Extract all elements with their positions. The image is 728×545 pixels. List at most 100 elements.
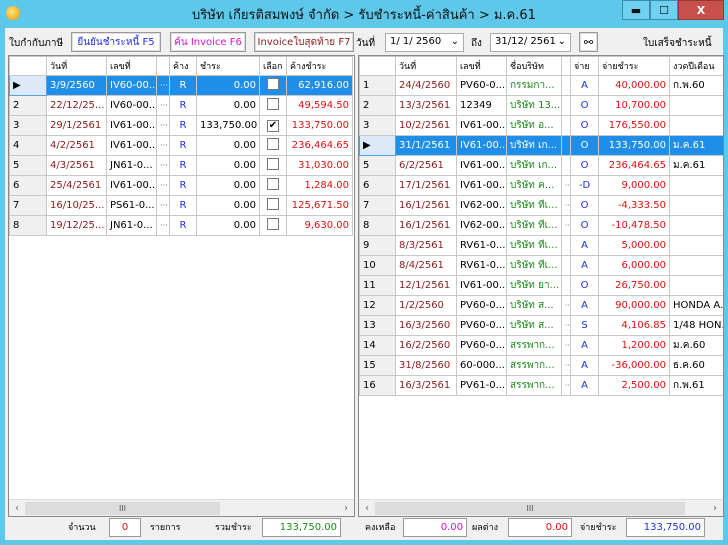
outstanding-amount-cell: 31,030.00 — [286, 155, 353, 176]
select-checkbox[interactable] — [267, 178, 279, 190]
scroll-right-icon[interactable]: › — [707, 503, 723, 514]
payment-cell: 0.00 — [196, 95, 260, 116]
chevron-down-icon: ⌄ — [450, 36, 459, 47]
column-header[interactable]: วันที่ — [46, 56, 107, 76]
confirm-payment-button[interactable]: ยืนยันชำระหนี้ F5 — [71, 32, 161, 52]
spacer-cell: ··· — [156, 175, 170, 196]
select-checkbox[interactable]: ✔ — [267, 119, 279, 132]
outstanding-type-cell: R — [169, 155, 197, 176]
company-cell: บริษัท ทีเ... — [506, 255, 562, 276]
column-header[interactable]: ชื่อบริษัท — [506, 56, 562, 76]
date-to-value: 31/12/ 2561 — [495, 36, 556, 47]
column-header[interactable]: เลขที่ — [456, 56, 507, 76]
horizontal-scrollbar[interactable]: ‹ III › — [9, 499, 354, 516]
column-header[interactable]: เลือก — [259, 56, 287, 76]
table-row[interactable]: 11 12/1/2561 IV61-00... บริษัท ยา... O 26,750… — [359, 275, 723, 296]
chevron-down-icon: ⌄ — [557, 36, 566, 47]
search-invoice-button[interactable]: ค้น Invoice F6 — [170, 32, 246, 52]
table-row[interactable]: 8 16/1/2561 IV62-00... บริษัท ทีเ... ·· O -10,… — [359, 215, 723, 236]
horizontal-scrollbar[interactable]: ‹ III › — [359, 499, 723, 516]
date-cell: 4/2/2561 — [46, 135, 107, 156]
period-cell: ก.พ.60 — [669, 75, 723, 96]
date-from-picker[interactable]: 1/ 1/ 2560 ⌄ — [385, 33, 464, 52]
table-row[interactable]: 9 8/3/2561 RV61-0... บริษัท ทีเ... A 5,000.00 — [359, 235, 723, 256]
column-header[interactable]: ค้างชำระ — [286, 56, 353, 76]
binoculars-search-button[interactable]: ⚯ — [579, 32, 598, 52]
column-header[interactable]: เลขที่ — [106, 56, 157, 76]
invoice-grid[interactable]: วันที่ เลขที่ ค้าง ชำระ เลือก ค้างชำระ ▶ 3/9/25… — [8, 55, 355, 517]
spacer-cell — [561, 155, 571, 176]
select-cell — [259, 195, 287, 216]
period-cell: HONDA A. — [669, 295, 723, 316]
payment-cell: 0.00 — [196, 215, 260, 236]
column-header[interactable] — [359, 56, 396, 76]
column-header[interactable]: จ่าย — [570, 56, 599, 76]
pay-type-cell: A — [570, 75, 599, 96]
table-row[interactable]: 3 29/1/2561 IV61-00... ··· R 133,750.00 ✔ 133,7… — [9, 115, 353, 136]
column-header[interactable] — [9, 56, 47, 76]
column-header[interactable]: งวดปีเดือน — [669, 56, 723, 76]
date-cell: 25/4/2561 — [46, 175, 107, 196]
spacer-cell — [561, 135, 571, 156]
outstanding-type-cell: R — [169, 95, 197, 116]
scroll-thumb[interactable]: III — [375, 501, 685, 515]
close-button[interactable]: X — [678, 0, 724, 20]
scroll-thumb[interactable]: III — [25, 501, 220, 515]
date-cell: 31/1/2561 — [395, 135, 457, 156]
date-cell: 16/1/2561 — [395, 195, 457, 216]
table-row[interactable]: 6 25/4/2561 IV61-00... ··· R 0.00 1,284.00 — [9, 175, 353, 196]
select-checkbox[interactable] — [267, 138, 279, 150]
column-header[interactable]: จ่ายชำระ — [598, 56, 670, 76]
scroll-left-icon[interactable]: ‹ — [9, 503, 25, 514]
minimize-button[interactable]: ▬ — [622, 0, 650, 20]
company-cell: บริษัท ยา... — [506, 275, 562, 296]
row-header: 3 — [9, 115, 47, 136]
table-row[interactable]: 12 1/2/2560 PV60-0... บริษัท ส... ·· A 90,000.… — [359, 295, 723, 316]
table-row[interactable]: 1 24/4/2560 PV60-0... กรรมกา... A 40,000.00 ก.… — [359, 75, 723, 96]
maximize-button[interactable]: ☐ — [650, 0, 678, 20]
table-row[interactable]: 3 10/2/2561 IV61-00... บริษัท อ... O 176,550.… — [359, 115, 723, 136]
scroll-left-icon[interactable]: ‹ — [359, 503, 375, 514]
table-row[interactable]: 7 16/10/25... PS61-0... ··· R 0.00 125,671.50 — [9, 195, 353, 216]
date-cell: 16/10/25... — [46, 195, 107, 216]
spacer-cell: ··· — [156, 75, 170, 96]
table-row[interactable]: 5 4/3/2561 JN61-0... ··· R 0.00 31,030.00 — [9, 155, 353, 176]
table-row[interactable]: 16 16/3/2561 PV61-0... สรรพาก... ·· A 2,500.00… — [359, 375, 723, 396]
number-cell: PV61-0... — [456, 375, 507, 396]
pay-type-cell: A — [570, 235, 599, 256]
company-cell: บริษัท 13... — [506, 95, 562, 116]
table-row[interactable]: 15 31/8/2560 60-000... สรรพาก... ·· A -36,000.… — [359, 355, 723, 376]
date-to-picker[interactable]: 31/12/ 2561 ⌄ — [490, 33, 571, 52]
table-row[interactable]: 5 6/2/2561 IV61-00... บริษัท เก... O 236,464.… — [359, 155, 723, 176]
table-row[interactable]: ▶ 3/9/2560 IV60-00... ··· R 0.00 62,916.00 — [9, 75, 353, 96]
select-checkbox[interactable] — [267, 158, 279, 170]
table-row[interactable]: 14 16/2/2560 PV60-0... สรรพาก... ·· A 1,200.00… — [359, 335, 723, 356]
select-checkbox[interactable] — [267, 98, 279, 110]
table-row[interactable]: 10 8/4/2561 RV61-0... บริษัท ทีเ... A 6,000.0… — [359, 255, 723, 276]
paid-field: 133,750.00 — [626, 518, 705, 537]
select-checkbox[interactable] — [267, 218, 279, 230]
column-header[interactable] — [156, 56, 170, 76]
column-header[interactable]: วันที่ — [395, 56, 457, 76]
diff-label: ผลต่าง — [472, 523, 499, 533]
column-header[interactable]: ค้าง — [169, 56, 197, 76]
table-row[interactable]: 8 19/12/25... JN61-0... ··· R 0.00 9,630.00 — [9, 215, 353, 236]
table-row[interactable]: 7 16/1/2561 IV62-00... บริษัท ทีเ... ·· O -4,3… — [359, 195, 723, 216]
select-checkbox[interactable] — [267, 78, 279, 90]
select-checkbox[interactable] — [267, 198, 279, 210]
column-header[interactable] — [561, 56, 571, 76]
table-row[interactable]: 2 13/3/2561 12349 บริษัท 13... O 10,700.00 — [359, 95, 723, 116]
date-from-value: 1/ 1/ 2560 — [390, 36, 442, 47]
column-header[interactable]: ชำระ — [196, 56, 260, 76]
table-row[interactable]: 13 16/3/2560 PV60-0... บริษัท ส... ·· S 4,106.… — [359, 315, 723, 336]
table-row[interactable]: 6 17/1/2561 IV61-00... บริษัท ค... ·· -D 9,000… — [359, 175, 723, 196]
last-invoice-button[interactable]: Invoiceใบสุดท้าย F7 — [254, 32, 354, 52]
receipt-grid[interactable]: วันที่ เลขที่ ชื่อบริษัท จ่าย จ่ายชำระ งวดปีเ… — [358, 55, 724, 517]
table-row[interactable]: ▶ 31/1/2561 IV61-00... บริษัท เก... O 133,750… — [359, 135, 723, 156]
outstanding-amount-cell: 236,464.65 — [286, 135, 353, 156]
date-cell: 10/2/2561 — [395, 115, 457, 136]
payment-amount-cell: 1,200.00 — [598, 335, 670, 356]
table-row[interactable]: 4 4/2/2561 IV61-00... ··· R 0.00 236,464.65 — [9, 135, 353, 156]
table-row[interactable]: 2 22/12/25... IV60-00... ··· R 0.00 49,594.50 — [9, 95, 353, 116]
scroll-right-icon[interactable]: › — [338, 503, 354, 514]
